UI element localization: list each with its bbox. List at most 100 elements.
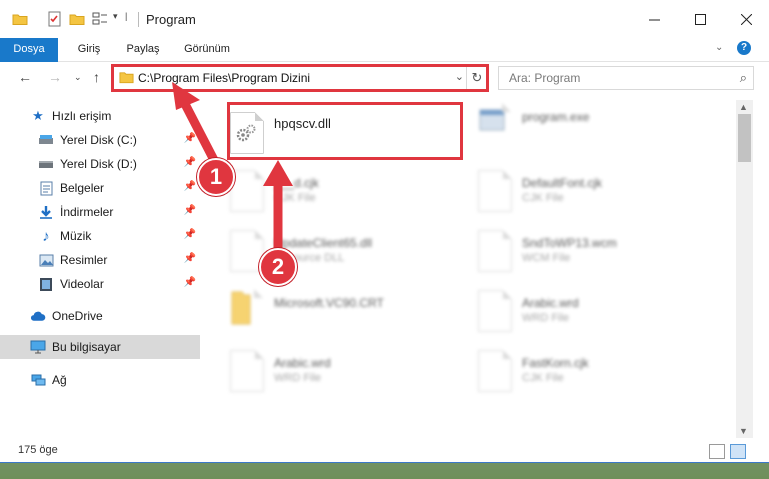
file-item-updateclient[interactable]: UpdateClient65.dll Resource DLL [204,222,444,278]
sidebar-item-drive-c[interactable]: Yerel Disk (C:) 📌 [38,128,200,152]
sidebar-item-label: Müzik [60,229,92,243]
pin-icon[interactable]: 📌 [184,277,196,288]
maximize-icon [694,13,706,25]
folder-icon[interactable] [12,11,28,27]
documents-icon [38,180,54,196]
sidebar-item-label: Ağ [52,373,67,387]
sidebar-item-label: Belgeler [60,181,105,195]
close-button[interactable] [723,0,769,38]
expand-ribbon-icon[interactable]: ⌄ [715,42,723,53]
help-icon[interactable]: ? [737,41,751,55]
file-icon [230,350,264,392]
file-type: CJK File [522,192,564,204]
pin-icon[interactable]: 📌 [184,181,196,192]
scroll-thumb[interactable] [738,114,751,162]
new-folder-icon[interactable] [69,11,85,27]
sidebar-item-videos[interactable]: Videolar 📌 [38,272,200,296]
file-item-defaultfont[interactable]: DefaultFont.cjk CJK File [452,162,692,218]
sidebar-item-documents[interactable]: Belgeler 📌 [38,176,200,200]
file-item-program-exe[interactable]: program.exe [452,96,692,152]
exe-icon [478,103,511,144]
minimize-icon [648,19,660,20]
sidebar-item-label: Bu bilgisayar [52,340,121,354]
file-item-arabic-2[interactable]: Arabic.wrd WRD File [204,342,444,398]
file-type: WRD File [522,312,570,324]
tab-share[interactable]: Paylaş [118,38,168,61]
music-icon: ♪ [42,227,50,245]
search-box[interactable]: Ara: Program ⌕ [498,66,754,90]
file-type: WRD File [274,372,322,384]
file-name: ___d.cjk [274,176,319,190]
ribbon-tabs: Dosya Giriş Paylaş Görünüm ⌄ ? [0,38,769,94]
file-item-cjk[interactable]: ___d.cjk CJK File [204,162,444,218]
file-item-fastkorn[interactable]: FastKorn.cjk CJK File [452,342,692,398]
file-highlight-box [227,102,463,160]
scroll-down-icon[interactable]: ▼ [739,426,748,436]
chevron-down-icon[interactable]: ▾ [113,11,118,27]
step-badge-2: 2 [259,248,297,286]
drive-c-icon [38,132,54,148]
file-item-arabic-1[interactable]: Arabic.wrd WRD File [452,282,692,338]
download-icon [38,204,54,220]
sidebar-item-drive-d[interactable]: Yerel Disk (D:) 📌 [38,152,200,176]
up-arrow-icon[interactable]: ↑ [93,69,100,85]
pictures-icon [38,252,54,268]
separator-glyph: | [125,11,128,21]
file-icon [478,170,512,212]
pin-icon[interactable]: 📌 [184,229,196,240]
file-name: SndToWP13.wcm [522,236,617,250]
address-highlight-box [111,64,489,92]
computer-icon [30,339,46,355]
minimize-button[interactable] [631,0,677,38]
file-type: CJK File [522,372,564,384]
sidebar-item-network[interactable]: Ağ [30,368,200,392]
vertical-scrollbar[interactable]: ▲ ▼ [736,100,753,438]
file-item-vc90[interactable]: Microsoft.VC90.CRT [204,282,444,338]
tab-view[interactable]: Görünüm [176,38,238,61]
sidebar-item-onedrive[interactable]: OneDrive [30,304,200,328]
properties-icon[interactable] [47,11,63,27]
close-icon [740,13,752,25]
file-name: FastKorn.cjk [522,356,589,370]
details-view-icon[interactable] [709,444,725,459]
back-arrow-icon[interactable]: ← [18,69,32,85]
maximize-button[interactable] [677,0,723,38]
pin-icon[interactable]: 📌 [184,205,196,216]
window-title: Program [146,12,196,27]
customize-toolbar-icon[interactable] [92,11,110,27]
search-icon: ⌕ [739,70,747,85]
search-placeholder: Ara: Program [509,71,581,85]
file-type: CJK File [274,192,316,204]
title-bar: ▾ | Program [0,0,769,38]
file-item-sndtowp[interactable]: SndToWP13.wcm WCM File [452,222,692,278]
sidebar-item-pictures[interactable]: Resimler 📌 [38,248,200,272]
sidebar-item-label: İndirmeler [60,205,114,219]
pin-icon[interactable]: 📌 [184,253,196,264]
file-name: Microsoft.VC90.CRT [274,296,384,310]
large-icons-view-icon[interactable] [730,444,746,459]
folder-icon [230,289,263,330]
file-name: program.exe [522,110,590,124]
sidebar-item-label: Yerel Disk (D:) [60,157,137,171]
network-icon [30,372,46,388]
sidebar-item-this-pc[interactable]: Bu bilgisayar [0,335,200,359]
star-icon: ★ [32,108,44,123]
file-icon [478,350,512,392]
file-type: WCM File [522,252,571,264]
recent-locations-icon[interactable]: ⌄ [74,72,82,83]
status-bar: 175 öge [0,440,769,462]
step-badge-1: 1 [197,158,235,196]
forward-arrow-icon[interactable]: → [48,69,62,85]
sidebar-item-downloads[interactable]: İndirmeler 📌 [38,200,200,224]
title-divider [138,12,139,27]
sidebar-item-quick-access[interactable]: ★ Hızlı erişim [30,104,230,128]
pin-icon[interactable]: 📌 [184,133,196,144]
sidebar-item-music[interactable]: ♪ Müzik 📌 [38,224,200,248]
file-name: DefaultFont.cjk [522,176,603,190]
navigation-pane: ★ Hızlı erişim Yerel Disk (C:) 📌 Yerel D… [0,100,204,438]
sidebar-item-label: Hızlı erişim [52,109,112,123]
videos-icon [38,276,54,292]
pin-icon[interactable]: 📌 [184,157,196,168]
scroll-up-icon[interactable]: ▲ [739,102,748,112]
tab-home[interactable]: Giriş [64,38,114,61]
